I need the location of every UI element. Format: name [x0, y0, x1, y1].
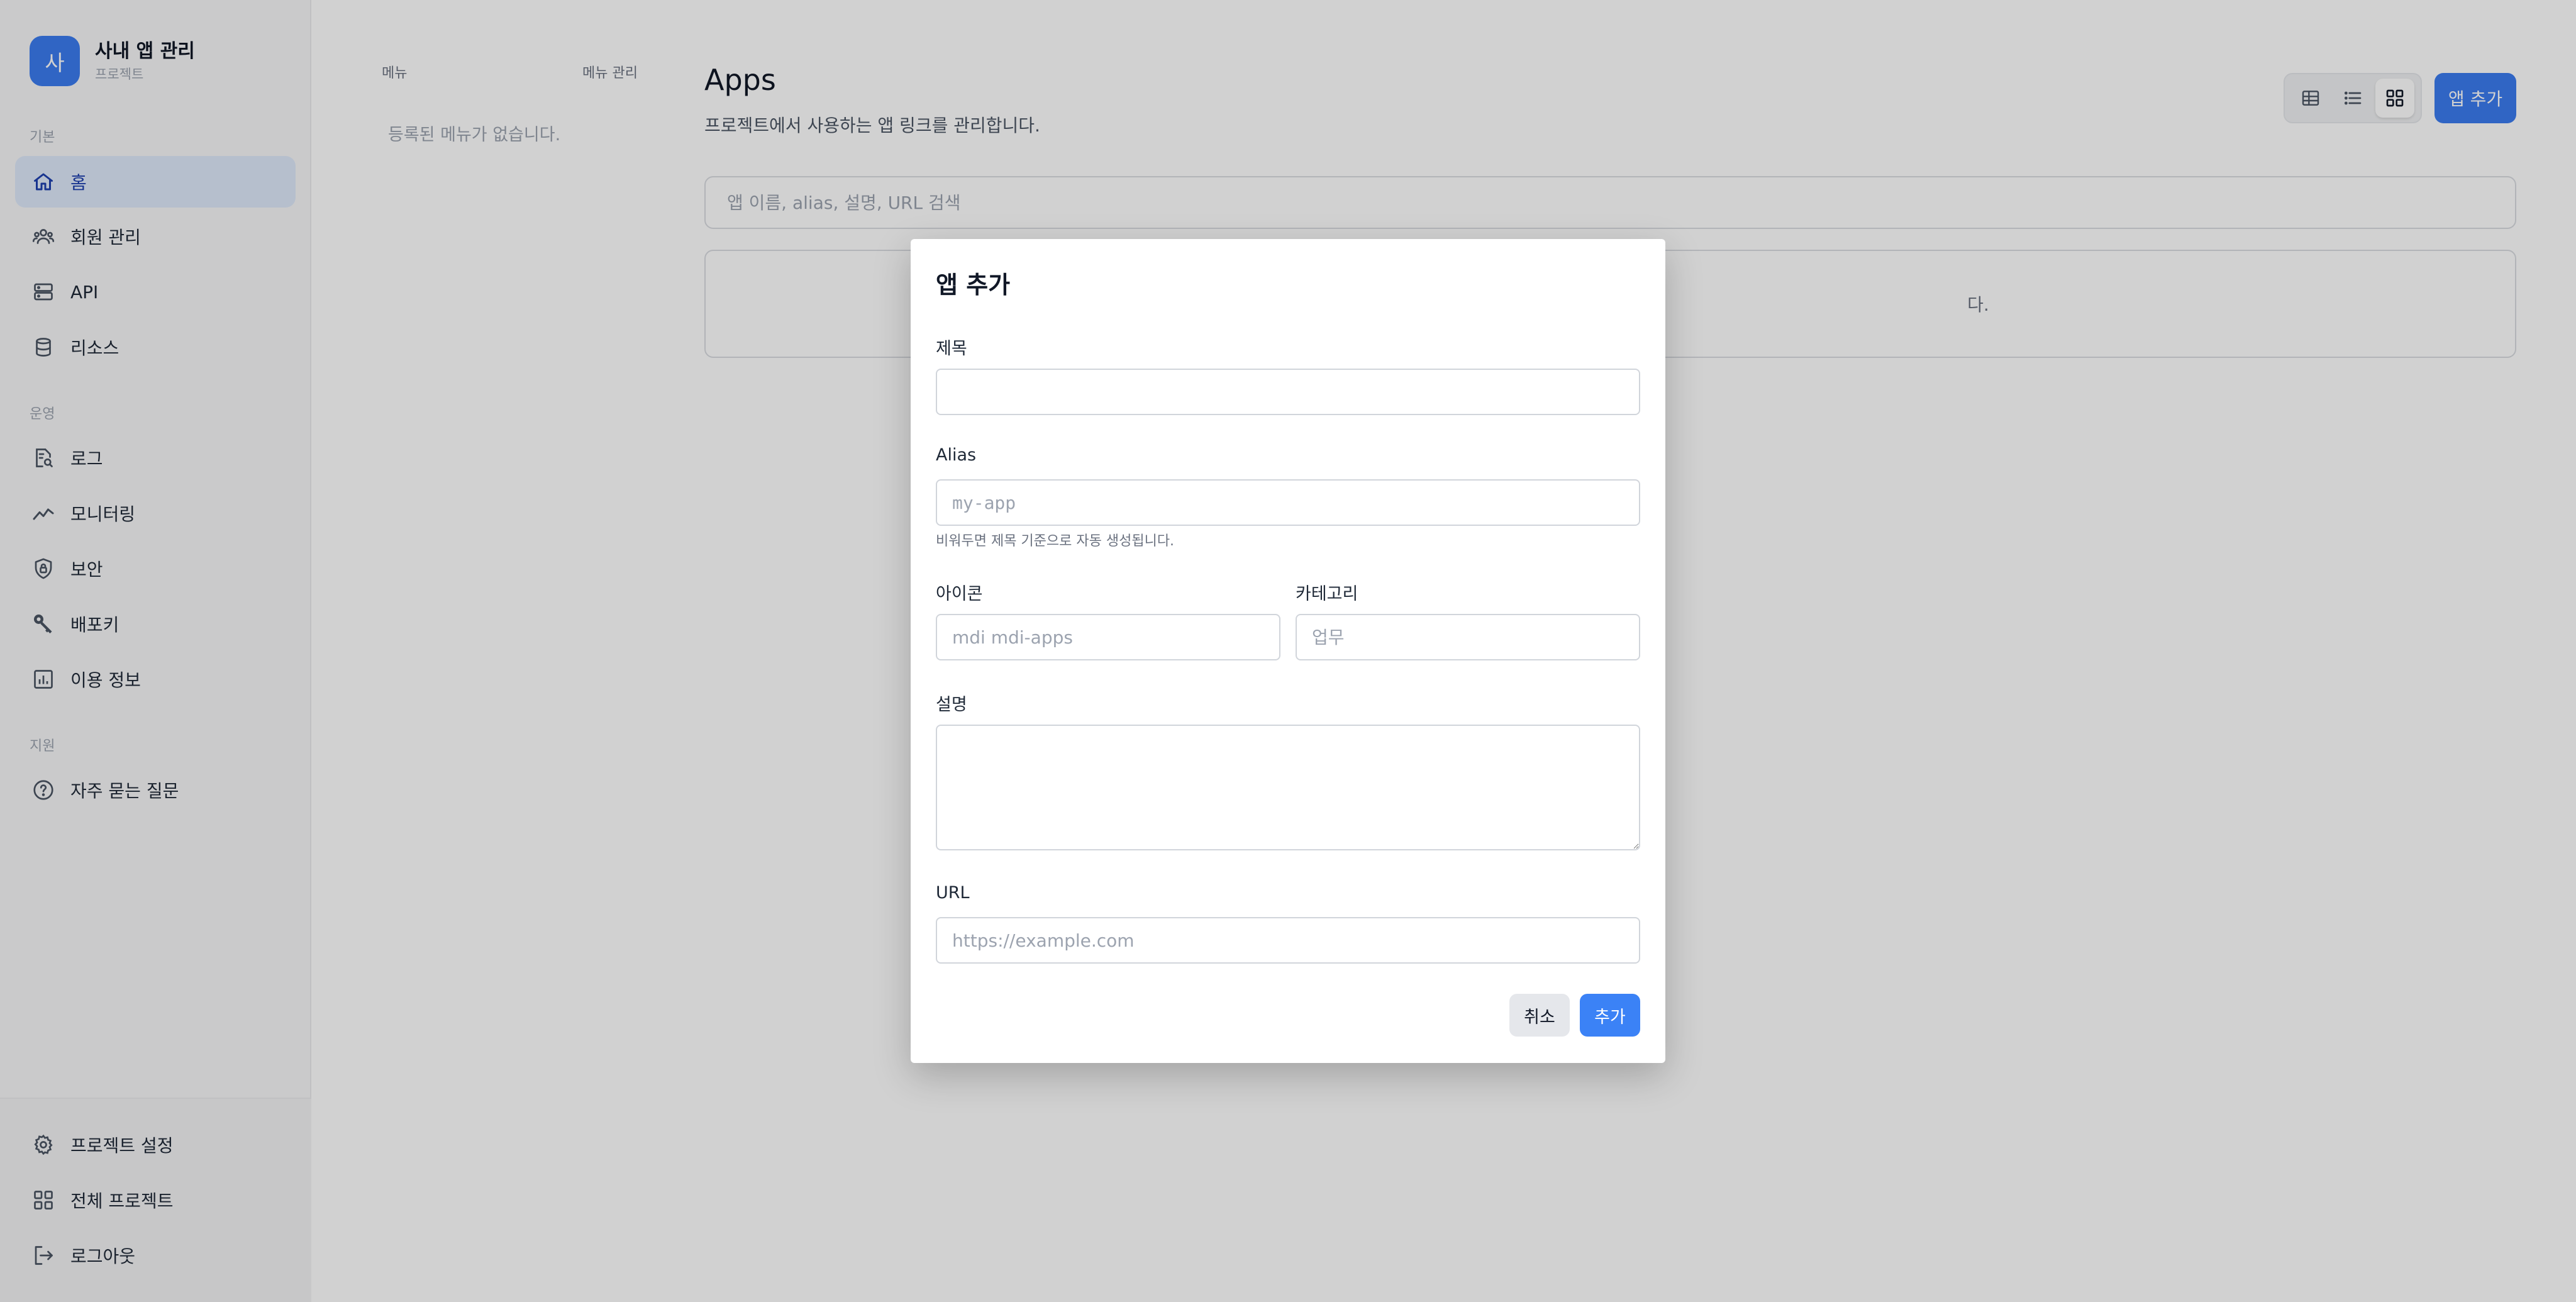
description-textarea[interactable] [936, 725, 1640, 850]
alias-field-label: Alias [936, 445, 977, 465]
icon-input[interactable] [936, 614, 1280, 660]
dialog-title: 앱 추가 [936, 271, 1011, 299]
alias-help-text: 비워두면 제목 기준으로 자동 생성됩니다. [936, 533, 1175, 549]
icon-field-label: 아이콘 [936, 584, 983, 604]
url-field-label: URL [936, 883, 970, 903]
description-field-label: 설명 [936, 695, 967, 715]
category-field-label: 카테고리 [1296, 584, 1358, 604]
alias-input[interactable] [936, 479, 1640, 526]
url-input[interactable] [936, 917, 1640, 964]
category-input[interactable] [1296, 614, 1640, 660]
title-field-label: 제목 [936, 339, 967, 359]
cancel-button[interactable]: 취소 [1509, 994, 1570, 1037]
submit-add-button[interactable]: 추가 [1580, 994, 1640, 1037]
title-input[interactable] [936, 369, 1640, 415]
add-app-dialog: 앱 추가 제목 Alias 비워두면 제목 기준으로 자동 생성됩니다. 아이콘… [911, 239, 1665, 1063]
